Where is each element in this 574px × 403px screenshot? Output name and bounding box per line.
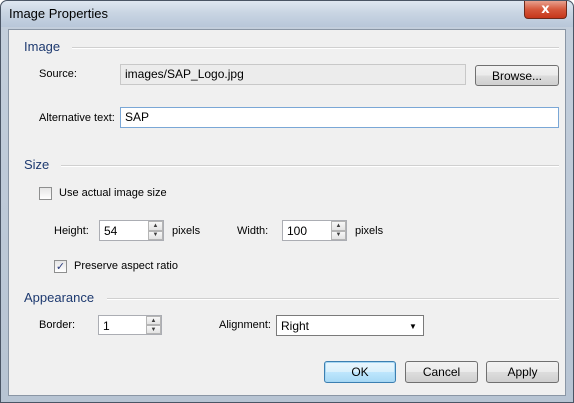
use-actual-size-checkbox[interactable] [39,187,52,200]
alignment-value: Right [281,319,310,333]
dialog-body: Image Source: images/SAP_Logo.jpg Browse… [8,29,566,396]
browse-button-label: Browse... [491,68,542,83]
browse-button[interactable]: Browse... [475,65,559,86]
height-label: Height: [54,225,89,237]
preserve-aspect-ratio-label: Preserve aspect ratio [74,260,178,272]
appearance-section-heading: Appearance [24,290,95,305]
alignment-select[interactable]: Right ▼ [276,315,424,336]
use-actual-size-label: Use actual image size [59,187,167,199]
size-section-divider [61,165,559,167]
cancel-button-label: Cancel [422,365,461,379]
chevron-down-icon: ▼ [409,321,417,331]
alignment-label: Alignment: [219,319,271,331]
image-section-divider [72,47,559,49]
width-increment-icon[interactable]: ▲ [331,221,346,231]
ok-button[interactable]: OK [324,361,396,383]
source-value: images/SAP_Logo.jpg [125,67,244,81]
height-decrement-icon[interactable]: ▼ [148,230,163,240]
border-stepper[interactable]: 1 ▲ ▼ [98,315,162,335]
border-label: Border: [39,319,76,331]
height-increment-icon[interactable]: ▲ [148,221,163,231]
apply-button[interactable]: Apply [486,361,559,383]
apply-button-label: Apply [507,365,538,379]
close-icon: x [541,2,550,17]
appearance-section-divider [107,298,559,300]
preserve-aspect-ratio-checkbox[interactable]: ✓ [54,260,67,273]
source-label: Source: [39,68,77,80]
alternative-text-label: Alternative text: [39,112,115,124]
image-section-heading: Image [24,39,61,54]
close-button[interactable]: x [524,1,567,19]
border-decrement-icon[interactable]: ▼ [146,325,161,334]
source-field: images/SAP_Logo.jpg [120,64,466,85]
width-unit-label: pixels [355,225,384,237]
size-section-heading: Size [24,157,50,172]
alternative-text-input[interactable]: SAP [120,107,559,128]
border-value: 1 [103,319,110,333]
dialog-window: Image Properties x Image Source: images/… [0,0,574,403]
alternative-text-value: SAP [125,110,150,124]
width-decrement-icon[interactable]: ▼ [331,230,346,240]
height-stepper[interactable]: 54 ▲ ▼ [99,220,164,241]
ok-button-label: OK [351,365,369,379]
window-title: Image Properties [9,6,108,21]
cancel-button[interactable]: Cancel [405,361,478,383]
width-value: 100 [287,224,308,238]
check-icon: ✓ [55,260,66,273]
width-label: Width: [237,225,269,237]
height-unit-label: pixels [172,225,201,237]
border-increment-icon[interactable]: ▲ [146,316,161,325]
height-value: 54 [104,224,118,238]
width-stepper[interactable]: 100 ▲ ▼ [282,220,347,241]
title-bar[interactable]: Image Properties x [1,1,573,27]
